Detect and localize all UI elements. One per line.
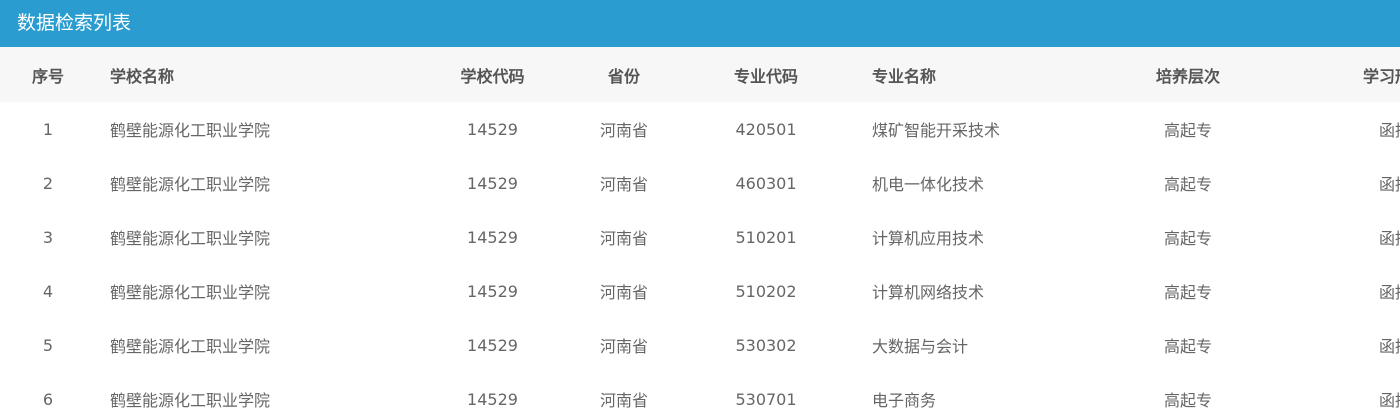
- cell-school-name: 鹤壁能源化工职业学院: [110, 283, 271, 302]
- header-major-name: 专业名称: [872, 66, 937, 86]
- cell-level: 高起专: [1163, 283, 1212, 302]
- table-row: 1 鹤壁能源化工职业学院 14529 河南省 420501 煤矿智能开采技术 高…: [0, 102, 1400, 156]
- cell-province: 河南省: [599, 391, 648, 410]
- cell-seq: 5: [42, 335, 54, 355]
- cell-school-name: 鹤壁能源化工职业学院: [110, 229, 271, 248]
- cell-major-name: 电子商务: [872, 391, 937, 410]
- cell-province: 河南省: [599, 121, 648, 140]
- cell-level: 高起专: [1163, 175, 1212, 194]
- cell-school-name: 鹤壁能源化工职业学院: [110, 121, 271, 140]
- cell-major-code: 510202: [735, 281, 797, 301]
- panel-title: 数据检索列表: [0, 0, 1400, 47]
- cell-province: 河南省: [599, 229, 648, 248]
- header-major-code: 专业代码: [733, 66, 798, 86]
- table-row: 5 鹤壁能源化工职业学院 14529 河南省 530302 大数据与会计 高起专…: [0, 318, 1400, 372]
- cell-school-name: 鹤壁能源化工职业学院: [110, 337, 271, 356]
- cell-major-code: 510201: [735, 227, 797, 247]
- cell-study-mode: 函授: [1378, 121, 1400, 140]
- cell-major-name: 大数据与会计: [872, 337, 969, 356]
- cell-seq: 3: [42, 227, 54, 247]
- cell-school-code: 14529: [467, 173, 518, 193]
- cell-school-code: 14529: [467, 389, 518, 409]
- table-row: 2 鹤壁能源化工职业学院 14529 河南省 460301 机电一体化技术 高起…: [0, 156, 1400, 210]
- cell-seq: 1: [42, 119, 54, 139]
- cell-major-code: 420501: [735, 119, 797, 139]
- table-row: 3 鹤壁能源化工职业学院 14529 河南省 510201 计算机应用技术 高起…: [0, 210, 1400, 264]
- table-row: 6 鹤壁能源化工职业学院 14529 河南省 530701 电子商务 高起专 函…: [0, 372, 1400, 418]
- cell-school-name: 鹤壁能源化工职业学院: [110, 175, 271, 194]
- cell-level: 高起专: [1163, 121, 1212, 140]
- cell-level: 高起专: [1163, 337, 1212, 356]
- cell-school-code: 14529: [467, 119, 518, 139]
- cell-level: 高起专: [1163, 229, 1212, 248]
- data-table: 序号 学校名称 学校代码 省份 专业代码 专业名称 培养层次 学习形式 1 鹤壁…: [0, 47, 1400, 418]
- cell-province: 河南省: [599, 175, 648, 194]
- cell-school-code: 14529: [467, 281, 518, 301]
- header-school-name: 学校名称: [110, 66, 175, 86]
- header-level: 培养层次: [1155, 66, 1220, 86]
- header-study-mode: 学习形式: [1362, 66, 1400, 86]
- cell-seq: 2: [42, 173, 54, 193]
- header-seq: 序号: [31, 66, 64, 86]
- cell-major-code: 460301: [735, 173, 797, 193]
- cell-major-name: 机电一体化技术: [872, 175, 985, 194]
- data-search-panel: 数据检索列表 序号 学校名称 学校代码 省份 专业代码 专业名称 培养层次 学习…: [0, 0, 1400, 418]
- cell-major-code: 530701: [735, 389, 797, 409]
- table-row: 4 鹤壁能源化工职业学院 14529 河南省 510202 计算机网络技术 高起…: [0, 264, 1400, 318]
- cell-province: 河南省: [599, 283, 648, 302]
- cell-school-code: 14529: [467, 227, 518, 247]
- header-school-code: 学校代码: [460, 66, 525, 86]
- cell-study-mode: 函授: [1378, 337, 1400, 356]
- cell-province: 河南省: [599, 337, 648, 356]
- cell-study-mode: 函授: [1378, 229, 1400, 248]
- cell-major-name: 煤矿智能开采技术: [872, 121, 1001, 140]
- cell-level: 高起专: [1163, 391, 1212, 410]
- table-body: 1 鹤壁能源化工职业学院 14529 河南省 420501 煤矿智能开采技术 高…: [0, 102, 1400, 418]
- header-province: 省份: [607, 66, 640, 86]
- cell-major-code: 530302: [735, 335, 797, 355]
- cell-seq: 6: [42, 389, 54, 409]
- table-header: 序号 学校名称 学校代码 省份 专业代码 专业名称 培养层次 学习形式: [0, 47, 1400, 102]
- cell-major-name: 计算机应用技术: [872, 229, 985, 248]
- header-row: 序号 学校名称 学校代码 省份 专业代码 专业名称 培养层次 学习形式: [0, 47, 1400, 102]
- cell-major-name: 计算机网络技术: [872, 283, 985, 302]
- cell-seq: 4: [42, 281, 54, 301]
- cell-study-mode: 函授: [1378, 175, 1400, 194]
- cell-school-code: 14529: [467, 335, 518, 355]
- cell-school-name: 鹤壁能源化工职业学院: [110, 391, 271, 410]
- cell-study-mode: 函授: [1378, 391, 1400, 410]
- cell-study-mode: 函授: [1378, 283, 1400, 302]
